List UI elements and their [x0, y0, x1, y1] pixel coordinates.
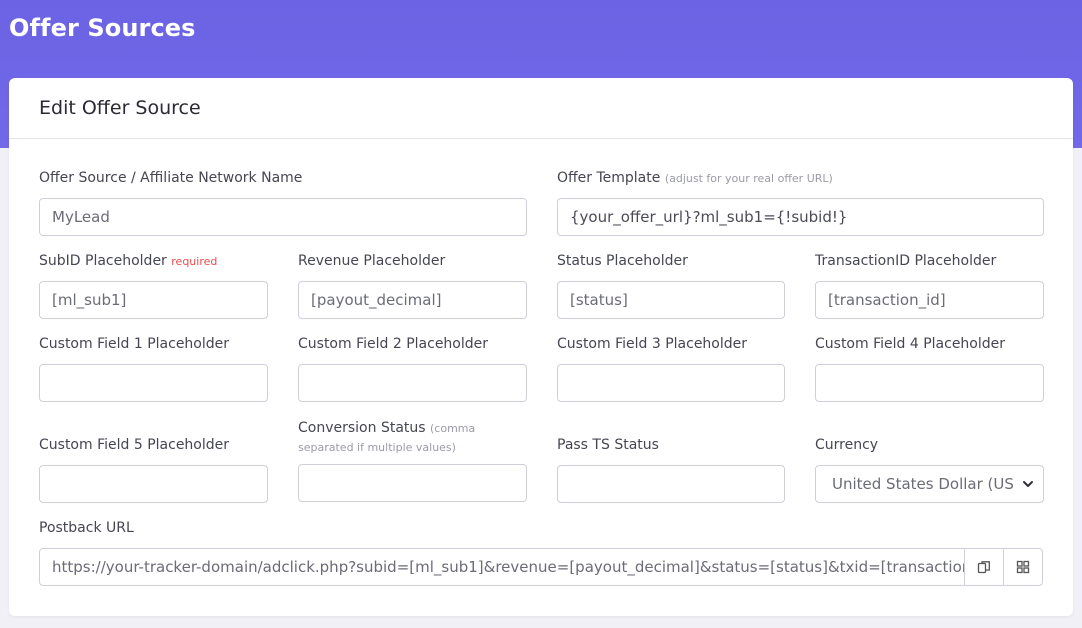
network-name-label: Offer Source / Affiliate Network Name	[39, 170, 303, 186]
qr-code-icon	[1016, 560, 1030, 574]
custom2-label: Custom Field 2 Placeholder	[298, 336, 489, 352]
status-input[interactable]: [status]	[557, 281, 785, 319]
card-title: Edit Offer Source	[39, 97, 201, 119]
offer-template-hint: (adjust for your real offer URL)	[664, 172, 833, 185]
custom3-input[interactable]	[557, 364, 785, 402]
transaction-label: TransactionID Placeholder	[815, 253, 997, 269]
currency-select[interactable]: United States Dollar (US	[815, 465, 1044, 503]
copy-icon	[977, 561, 990, 574]
network-name-input[interactable]: MyLead	[39, 198, 527, 236]
conversion-status-input[interactable]	[298, 464, 527, 502]
conversion-status-hint-1: (comma	[430, 422, 476, 435]
qr-code-button[interactable]	[1003, 548, 1043, 586]
status-label: Status Placeholder	[557, 253, 688, 269]
revenue-input[interactable]: [payout_decimal]	[298, 281, 527, 319]
offer-template-input[interactable]: {your_offer_url}?ml_sub1={!subid!}	[557, 198, 1044, 236]
custom2-input[interactable]	[298, 364, 527, 402]
custom4-label: Custom Field 4 Placeholder	[815, 336, 1006, 352]
custom1-input[interactable]	[39, 364, 268, 402]
custom5-input[interactable]	[39, 465, 268, 503]
pass-ts-label: Pass TS Status	[557, 437, 659, 453]
subid-input[interactable]: [ml_sub1]	[39, 281, 268, 319]
custom5-label: Custom Field 5 Placeholder	[39, 437, 230, 453]
revenue-label: Revenue Placeholder	[298, 253, 446, 269]
copy-button[interactable]	[964, 548, 1004, 586]
transaction-input[interactable]: [transaction_id]	[815, 281, 1044, 319]
required-badge: required	[171, 255, 218, 268]
page-title: Offer Sources	[9, 14, 196, 42]
custom3-label: Custom Field 3 Placeholder	[557, 336, 748, 352]
offer-template-label: Offer Template (adjust for your real off…	[557, 170, 833, 186]
custom4-input[interactable]	[815, 364, 1044, 402]
conversion-status-label: Conversion Status (comma separated if mu…	[298, 420, 476, 454]
postback-url-input[interactable]: https://your-tracker-domain/adclick.php?…	[39, 548, 965, 586]
custom1-label: Custom Field 1 Placeholder	[39, 336, 230, 352]
postback-label: Postback URL	[39, 520, 134, 536]
card-header: Edit Offer Source	[9, 78, 1073, 139]
edit-offer-source-card: Edit Offer Source Offer Source / Affilia…	[9, 78, 1073, 616]
currency-label: Currency	[815, 437, 879, 453]
conversion-status-hint-2: separated if multiple values)	[298, 441, 456, 454]
subid-label: SubID Placeholder required	[39, 253, 218, 269]
pass-ts-input[interactable]	[557, 465, 785, 503]
chevron-down-icon	[1023, 481, 1033, 487]
